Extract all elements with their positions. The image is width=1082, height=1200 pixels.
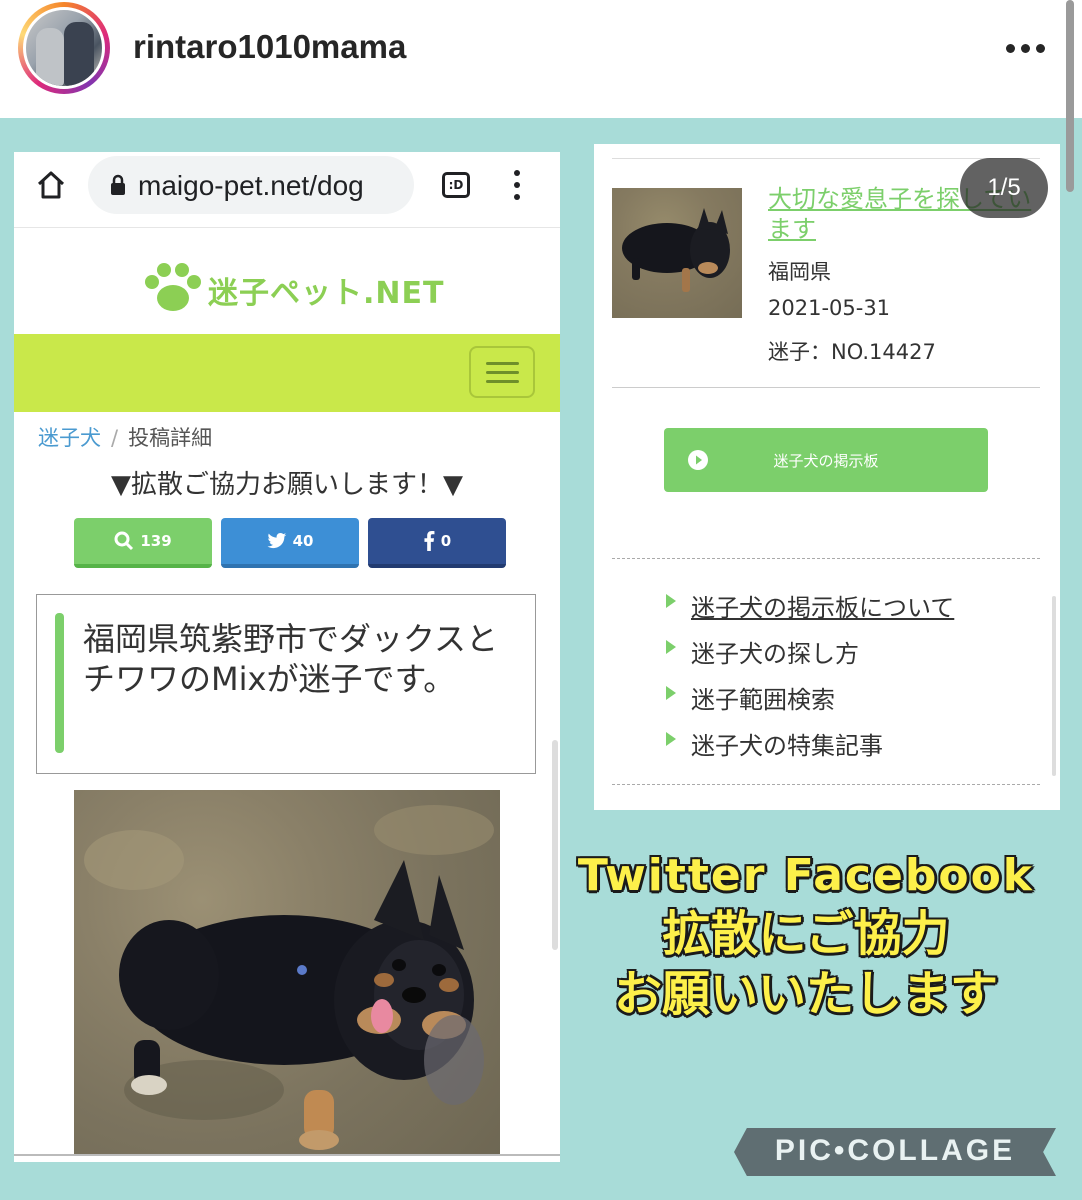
watermark-text: PIC•COLLAGE [774, 1134, 1016, 1167]
site-nav-bar [14, 334, 560, 412]
home-icon[interactable] [36, 170, 66, 200]
post-number: 迷子：NO.14427 [768, 340, 936, 364]
more-options-icon[interactable] [1006, 44, 1046, 56]
scrollbar[interactable] [1052, 596, 1056, 776]
dog-illustration [84, 805, 494, 1150]
title-accent-bar [55, 613, 64, 753]
carousel-page-counter: 1/5 [960, 158, 1048, 218]
board-button-label: 迷子犬の掲示板 [773, 452, 879, 470]
dog-photo[interactable] [74, 790, 500, 1156]
menu-item-range-search[interactable]: 迷子範囲検索 [664, 680, 954, 726]
dog-thumbnail-illustration [622, 208, 730, 292]
twitter-count: 40 [292, 532, 314, 550]
menu-item-feature-articles[interactable]: 迷子犬の特集記事 [664, 726, 954, 772]
caption-line-2: 拡散にご協力 [662, 906, 950, 962]
view-count: 139 [140, 532, 172, 550]
triangle-bullet-icon [666, 594, 676, 608]
site-name: 迷子ペット.NET [208, 276, 445, 311]
paw-icon [145, 263, 201, 311]
url-text[interactable]: maigo-pet.net/dog [138, 170, 403, 202]
browser-toolbar: maigo-pet.net/dog :D [14, 152, 560, 228]
board-menu-list: 迷子犬の掲示板について 迷子犬の探し方 迷子範囲検索 迷子犬の特集記事 [664, 588, 954, 772]
post-title: 福岡県筑紫野市でダックスとチワワのMixが迷子です。 [83, 620, 499, 698]
tabs-icon[interactable]: :D [442, 172, 470, 198]
facebook-count: 0 [440, 532, 452, 550]
post-header: rintaro1010mama [0, 0, 1082, 118]
avatar[interactable] [23, 7, 105, 89]
site-logo[interactable]: 迷子ペット.NET [14, 252, 560, 322]
post-image[interactable]: maigo-pet.net/dog :D 迷子ペット.NET 迷子犬 / 投稿詳… [0, 118, 1082, 1200]
post-date: 2021-05-31 [768, 296, 891, 320]
triangle-bullet-icon [666, 686, 676, 700]
breadcrumb: 迷子犬 / 投稿詳細 [38, 422, 212, 452]
facebook-icon [424, 531, 435, 551]
post-thumbnail[interactable] [612, 188, 742, 318]
spread-heading: ▼拡散ご協力お願いします！▼ [111, 470, 463, 500]
view-count-button[interactable]: 139 [74, 518, 212, 568]
facebook-share-button[interactable]: 0 [368, 518, 506, 568]
breadcrumb-current: 投稿詳細 [128, 426, 213, 450]
triangle-bullet-icon [666, 732, 676, 746]
breadcrumb-link[interactable]: 迷子犬 [38, 426, 101, 450]
story-ring[interactable] [18, 2, 110, 94]
triangle-bullet-icon [666, 640, 676, 654]
collage-caption: Twitter Facebook 拡散にご協力 お願いいたします [556, 848, 1056, 1024]
caption-line-3: お願いいたします [613, 966, 998, 1022]
hamburger-menu-icon[interactable] [469, 346, 535, 398]
page-scrollbar[interactable] [1066, 0, 1074, 192]
post-prefecture: 福岡県 [768, 260, 831, 284]
right-phone-screenshot: 大切な愛息子を探しています 福岡県 2021-05-31 迷子：NO.14427… [594, 144, 1060, 810]
twitter-icon [267, 533, 286, 549]
board-button[interactable]: 迷子犬の掲示板 [664, 428, 988, 492]
breadcrumb-separator: / [111, 426, 119, 450]
search-icon [114, 531, 134, 551]
menu-item-about-board[interactable]: 迷子犬の掲示板について [664, 588, 954, 634]
lock-icon [111, 174, 125, 195]
caption-line-1: Twitter Facebook [577, 850, 1035, 901]
twitter-share-button[interactable]: 40 [221, 518, 359, 568]
username[interactable]: rintaro1010mama [133, 28, 406, 66]
pic-collage-watermark: PIC•COLLAGE [734, 1128, 1056, 1176]
menu-item-how-to-search[interactable]: 迷子犬の探し方 [664, 634, 954, 680]
browser-menu-icon[interactable] [514, 170, 522, 200]
address-bar[interactable]: maigo-pet.net/dog [88, 156, 414, 214]
post-title-box: 福岡県筑紫野市でダックスとチワワのMixが迷子です。 [36, 594, 536, 774]
left-phone-screenshot: maigo-pet.net/dog :D 迷子ペット.NET 迷子犬 / 投稿詳… [14, 152, 560, 1162]
